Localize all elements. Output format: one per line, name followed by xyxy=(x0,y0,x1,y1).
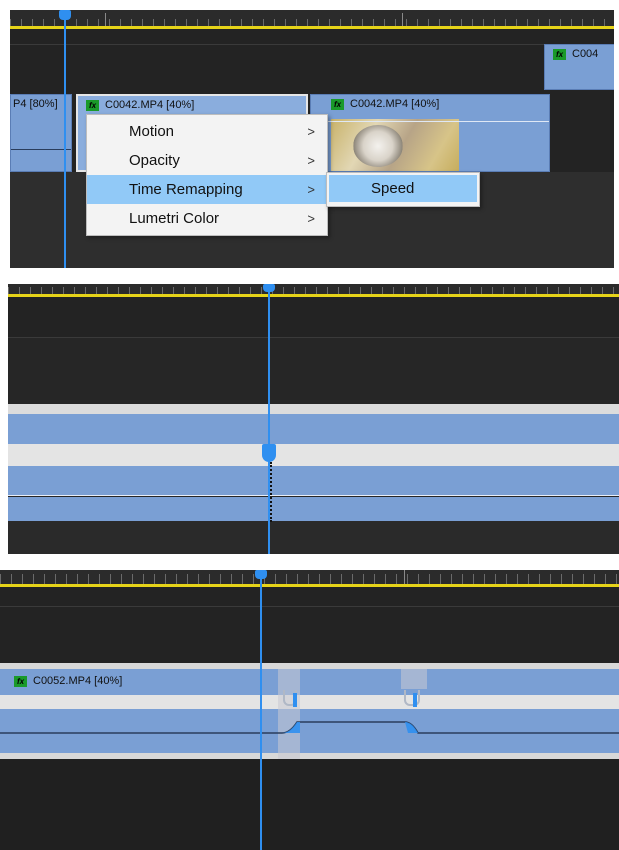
clip-header-band[interactable] xyxy=(8,404,619,414)
opacity-rubber-band[interactable] xyxy=(11,149,71,150)
track-bottom xyxy=(8,521,619,554)
menu-item-label: Speed xyxy=(371,180,415,197)
work-area-bar[interactable] xyxy=(10,26,614,29)
chevron-right-icon: > xyxy=(307,153,315,168)
time-ruler[interactable] xyxy=(0,570,619,584)
speed-rubber-band[interactable] xyxy=(0,710,619,740)
empty-track xyxy=(0,759,619,850)
playhead-handle-icon[interactable] xyxy=(263,284,275,292)
ruler-ticks xyxy=(0,574,619,584)
playhead-handle-icon[interactable] xyxy=(59,10,71,20)
speed-track-band[interactable] xyxy=(8,497,619,521)
clip-name: C0042.MP4 [40%] xyxy=(350,98,440,110)
clip-name: C0052.MP4 [40%] xyxy=(33,675,123,687)
video-clip[interactable]: fx C0052.MP4 [40%] xyxy=(0,669,619,695)
playhead-line[interactable] xyxy=(64,10,66,268)
opacity-rubber-band[interactable] xyxy=(311,121,549,122)
playhead-handle-icon[interactable] xyxy=(255,570,267,579)
speed-keyframe-right-icon[interactable] xyxy=(413,693,417,707)
menu-item-label: Lumetri Color xyxy=(129,210,220,227)
menu-item-lumetri-color[interactable]: Lumetri Color > xyxy=(87,204,327,233)
menu-item-speed[interactable]: Speed xyxy=(329,175,477,202)
playhead-line[interactable] xyxy=(260,570,262,850)
menu-item-time-remapping[interactable]: Time Remapping > xyxy=(87,175,327,204)
menu-item-label: Time Remapping xyxy=(129,181,243,198)
menu-item-opacity[interactable]: Opacity > xyxy=(87,146,327,175)
empty-track xyxy=(8,338,619,404)
chevron-right-icon: > xyxy=(307,124,315,139)
context-menu: Motion > Opacity > Time Remapping > Lume… xyxy=(86,114,328,236)
menu-item-label: Motion xyxy=(129,123,175,140)
speed-track-band[interactable] xyxy=(8,414,619,444)
fx-badge-icon: fx xyxy=(331,98,344,110)
clip-name: C004 xyxy=(572,48,599,60)
ruler-major-tick xyxy=(105,13,106,27)
clip-name: C0042.MP4 [40%] xyxy=(105,99,195,111)
clip-title: fx C0052.MP4 [40%] xyxy=(0,672,619,690)
speed-keyframe-icon[interactable] xyxy=(262,444,276,462)
keyframe-split-line xyxy=(270,462,272,522)
empty-track xyxy=(0,607,619,663)
clip-title: fx C004 xyxy=(545,45,614,63)
ruler-major-tick xyxy=(402,13,403,27)
clip-title: fx C0042.MP4 [40%] xyxy=(78,96,306,114)
timeline-panel-speed-ramp: fx C0052.MP4 [40%] xyxy=(0,570,619,850)
clip-divider-band xyxy=(0,695,619,709)
empty-track xyxy=(8,297,619,337)
clip-thumbnail xyxy=(331,119,459,171)
clip-divider-band xyxy=(8,444,619,466)
work-area-bar[interactable] xyxy=(0,584,619,587)
fx-badge-icon: fx xyxy=(553,48,566,60)
clip-title: fx C0042.MP4 [40%] xyxy=(311,95,549,113)
video-clip[interactable]: fx C004 xyxy=(544,44,614,90)
context-submenu: Speed xyxy=(326,172,480,207)
video-clip[interactable]: P4 [80%] xyxy=(10,94,72,172)
timeline-panel-context-menu: fx C004 P4 [80%] fx C0042.MP4 [40%] fx C004… xyxy=(10,10,614,268)
speed-rubber-band[interactable] xyxy=(8,495,619,496)
speed-keyframe-left-icon[interactable] xyxy=(293,693,297,707)
track-separator xyxy=(10,44,614,45)
fx-badge-icon: fx xyxy=(86,99,99,111)
speed-handle-icon[interactable] xyxy=(404,690,420,706)
speed-transition-region[interactable] xyxy=(401,669,427,689)
speed-track-band[interactable] xyxy=(8,466,619,496)
clip-title: P4 [80%] xyxy=(11,95,71,113)
chevron-right-icon: > xyxy=(307,211,315,226)
fx-badge-icon: fx xyxy=(14,675,27,687)
ruler-major-tick xyxy=(404,570,405,584)
menu-item-label: Opacity xyxy=(129,152,180,169)
timeline-panel-speed-keyframe xyxy=(8,284,619,554)
chevron-right-icon: > xyxy=(307,182,315,197)
clip-name: P4 [80%] xyxy=(13,98,58,110)
video-clip[interactable]: fx C0042.MP4 [40%] xyxy=(310,94,550,172)
menu-item-motion[interactable]: Motion > xyxy=(87,117,327,146)
